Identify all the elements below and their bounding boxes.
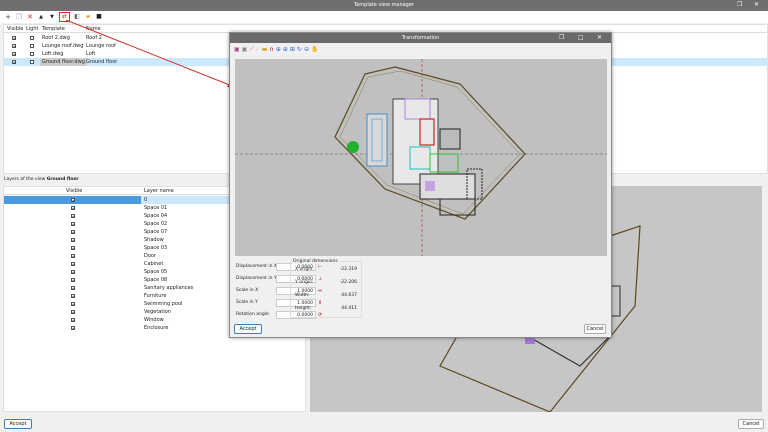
- layer-visible-checkbox[interactable]: ✔: [71, 229, 75, 234]
- layer-visible-checkbox[interactable]: ✔: [71, 245, 75, 250]
- original-dimensions-group: Original dimensions X origin: -22.319 Y o…: [290, 259, 362, 318]
- template-cell[interactable]: Ground floor.dwg: [40, 58, 87, 66]
- template-cell[interactable]: Roof 2.dwg: [40, 34, 72, 42]
- layers-label: Layers of the view Ground floor: [4, 177, 79, 182]
- layer-visible-checkbox[interactable]: ✔: [71, 269, 75, 274]
- move-up-icon[interactable]: ▲: [37, 13, 45, 21]
- original-label: Width:: [295, 293, 310, 298]
- visible-checkbox[interactable]: ✔: [12, 43, 16, 48]
- toolbar: + ❐ ✕ ▲ ▼ ⇄ ◧ ▰ ■: [0, 11, 768, 23]
- col-visible[interactable]: Visible: [66, 187, 82, 195]
- col-name[interactable]: Name: [86, 25, 101, 33]
- layer-visible-checkbox[interactable]: ✔: [71, 197, 75, 202]
- original-value: 44.637: [341, 293, 357, 298]
- magnet-icon[interactable]: ∩: [269, 46, 273, 54]
- layer-visible-checkbox[interactable]: ✔: [71, 277, 75, 282]
- open-folder-icon[interactable]: ▰: [84, 13, 92, 21]
- field-label: Displacement in X: [236, 264, 277, 269]
- col-light[interactable]: Light: [26, 25, 38, 33]
- light-checkbox[interactable]: [30, 51, 34, 56]
- name-cell[interactable]: Loft: [86, 50, 95, 58]
- col-visible[interactable]: Visible: [7, 25, 23, 33]
- template-cell[interactable]: Loft.dwg: [40, 50, 65, 58]
- view-all-icon[interactable]: ▣: [242, 46, 248, 54]
- light-checkbox[interactable]: [30, 59, 34, 64]
- point-icon[interactable]: ⟋: [249, 46, 253, 54]
- floor-plan: [235, 59, 607, 256]
- visible-checkbox[interactable]: ✔: [12, 51, 16, 56]
- dialog-titlebar: Transformation: [230, 33, 611, 43]
- layer-visible-checkbox[interactable]: ✔: [71, 253, 75, 258]
- field-label: Scale in Y: [236, 300, 258, 305]
- move-down-icon[interactable]: ▼: [48, 13, 56, 21]
- layer-visible-checkbox[interactable]: ✔: [71, 237, 75, 242]
- window-title: Template view manager: [354, 2, 414, 8]
- zoom-out-icon[interactable]: ⊖: [304, 46, 309, 54]
- light-checkbox[interactable]: [30, 35, 34, 40]
- dialog-close-icon[interactable]: ✕: [597, 34, 602, 41]
- original-value: 44.411: [341, 306, 357, 311]
- original-label: Height:: [295, 306, 312, 311]
- window-titlebar: Template view manager: [0, 0, 768, 11]
- field-label: Scale in X: [236, 288, 259, 293]
- layers-icon[interactable]: ◧: [73, 13, 81, 21]
- delete-icon[interactable]: ✕: [26, 13, 34, 21]
- col-template[interactable]: Template: [42, 25, 65, 33]
- field-label: Rotation angle: [236, 312, 269, 317]
- layer-visible-checkbox[interactable]: ✔: [71, 261, 75, 266]
- restore-button[interactable]: ❐: [737, 1, 742, 8]
- col-layer-name[interactable]: Layer name: [144, 187, 174, 195]
- zoom-in-icon[interactable]: ⊕: [283, 46, 288, 54]
- drawing-canvas[interactable]: [235, 59, 607, 256]
- original-label: X origin:: [295, 267, 314, 272]
- layer-visible-checkbox[interactable]: ✔: [71, 213, 75, 218]
- original-dimensions-title: Original dimensions: [292, 259, 339, 264]
- transformation-dialog: Transformation ❐ □ ✕ ▣ ▣ ⟋ ⟋ ▬ ∩ ⊕ ⊕ ⊞ ↻…: [229, 32, 612, 338]
- name-cell[interactable]: Lounge roof: [86, 42, 116, 50]
- view-icon[interactable]: ▣: [234, 46, 240, 54]
- copy-icon[interactable]: ❐: [15, 13, 23, 21]
- dialog-accept-button[interactable]: Accept: [234, 324, 262, 334]
- layer-visible-checkbox[interactable]: ✔: [71, 221, 75, 226]
- pan-icon[interactable]: ✋: [311, 46, 318, 54]
- zoom-extents-icon[interactable]: ⊞: [290, 46, 295, 54]
- close-button[interactable]: ✕: [754, 1, 759, 8]
- original-value: -22.319: [339, 267, 357, 272]
- original-value: -22.206: [339, 280, 357, 285]
- point2-icon[interactable]: ⟋: [256, 46, 260, 54]
- save-icon[interactable]: ■: [95, 13, 103, 21]
- visible-checkbox[interactable]: ✔: [12, 35, 16, 40]
- zoom-window-icon[interactable]: ⊕: [276, 46, 281, 54]
- accept-button[interactable]: Accept: [4, 419, 32, 429]
- add-icon[interactable]: +: [4, 13, 12, 21]
- light-checkbox[interactable]: [30, 43, 34, 48]
- layer-visible-checkbox[interactable]: ✔: [71, 301, 75, 306]
- layer-visible-checkbox[interactable]: ✔: [71, 293, 75, 298]
- transform-icon[interactable]: ⇄: [59, 12, 70, 22]
- layer-visible-checkbox[interactable]: ✔: [71, 325, 75, 330]
- dialog-restore-icon[interactable]: ❐: [559, 34, 564, 41]
- original-label: Y origin:: [295, 280, 314, 285]
- layer-visible-checkbox[interactable]: ✔: [71, 309, 75, 314]
- field-label: Displacement in Y: [236, 276, 277, 281]
- visible-checkbox[interactable]: ✔: [12, 59, 16, 64]
- layer-visible-checkbox[interactable]: ✔: [71, 285, 75, 290]
- name-cell[interactable]: Ground floor: [86, 58, 117, 66]
- dialog-cancel-button[interactable]: Cancel: [584, 324, 606, 334]
- measure-icon[interactable]: ▬: [262, 46, 268, 54]
- dialog-title: Transformation: [401, 35, 440, 41]
- refresh-icon[interactable]: ↻: [297, 46, 302, 54]
- dialog-maximize-icon[interactable]: □: [578, 34, 584, 41]
- layers-label-text: Layers of the view: [4, 177, 46, 182]
- layer-visible-checkbox[interactable]: ✔: [71, 205, 75, 210]
- cancel-button[interactable]: Cancel: [738, 419, 764, 429]
- layer-visible-checkbox[interactable]: ✔: [71, 317, 75, 322]
- template-cell[interactable]: Lounge roof.dwg: [40, 42, 85, 50]
- layers-view-name: Ground floor: [46, 177, 79, 182]
- name-cell[interactable]: Roof 2: [86, 34, 102, 42]
- dialog-toolbar: ▣ ▣ ⟋ ⟋ ▬ ∩ ⊕ ⊕ ⊞ ↻ ⊖ ✋: [234, 46, 318, 54]
